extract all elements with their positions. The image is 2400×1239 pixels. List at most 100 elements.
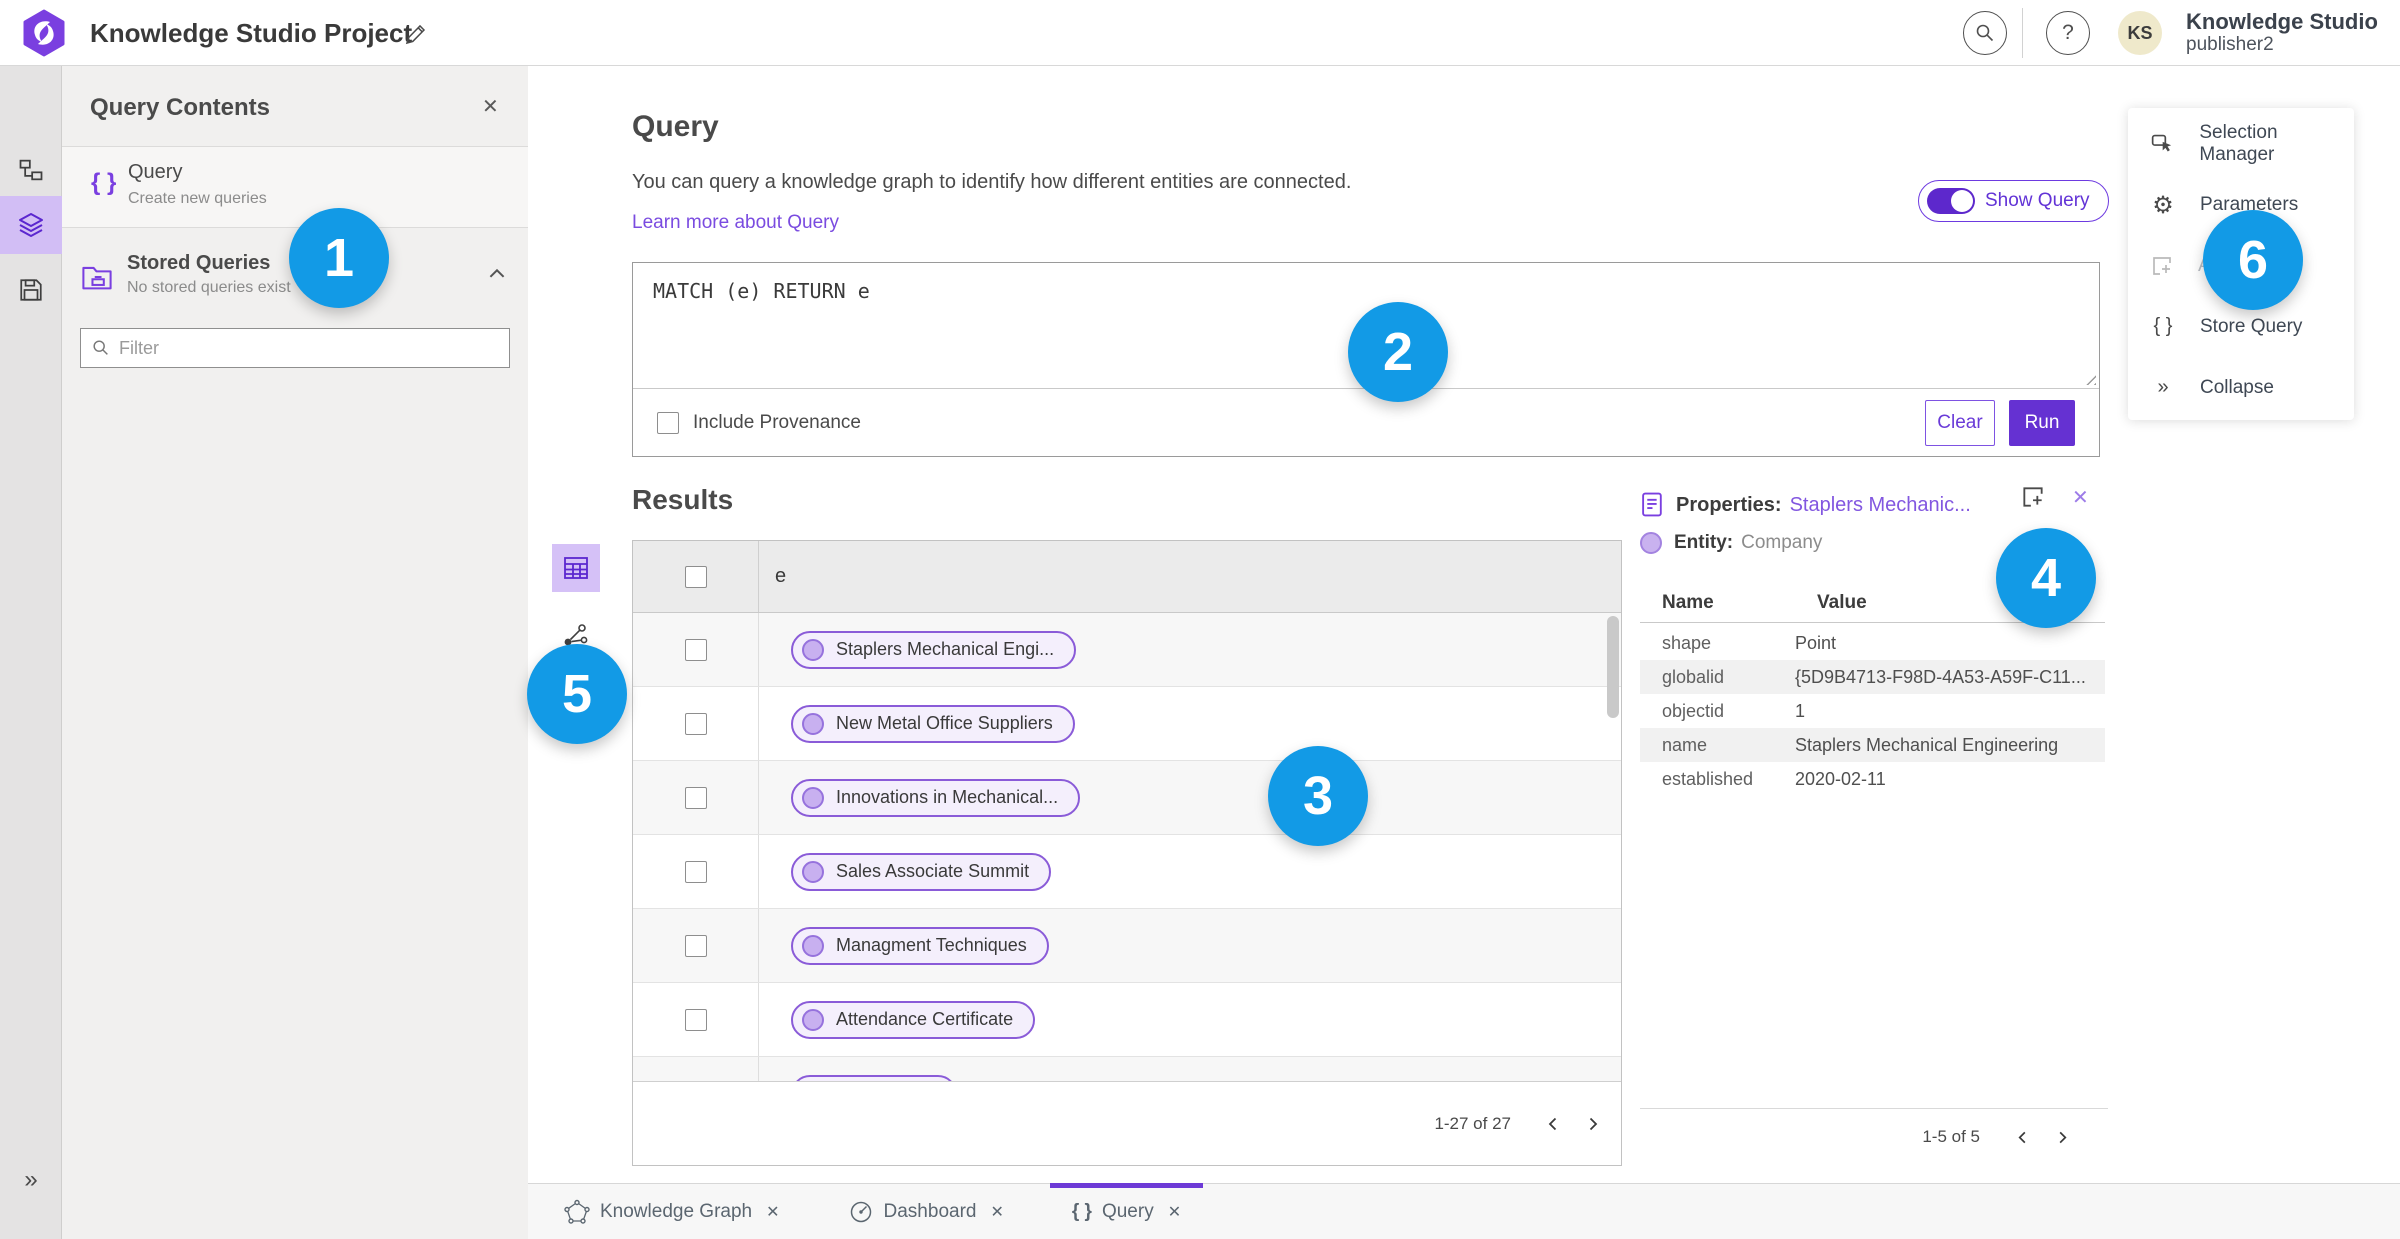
property-value: {5D9B4713-F98D-4A53-A59F-C11... [1795, 666, 2086, 687]
expand-rail-button[interactable]: » [0, 1158, 62, 1202]
query-editor-footer: Include Provenance Clear Run [633, 388, 2099, 456]
clear-button[interactable]: Clear [1925, 399, 1995, 446]
entity-type-dot-icon [1640, 532, 1662, 554]
learn-more-link[interactable]: Learn more about Query [632, 212, 839, 234]
table-row[interactable]: Sales Associate Summit [633, 835, 1621, 909]
select-all-checkbox[interactable] [684, 565, 707, 588]
table-row[interactable]: New Metal Office Suppliers [633, 687, 1621, 761]
layers-button[interactable] [0, 196, 62, 254]
avatar[interactable]: KS [2118, 11, 2162, 55]
table-row[interactable]: Innovations in Mechanical... [633, 761, 1621, 835]
entity-label: Entity: [1674, 532, 1734, 553]
tab-label: Dashboard [883, 1200, 977, 1222]
table-row[interactable]: Firebird Title [633, 1057, 1621, 1081]
entity-pill-label: Staplers Mechanical Engi... [836, 639, 1055, 659]
properties-prev-page-button[interactable] [2002, 1117, 2042, 1157]
row-checkbox[interactable] [684, 712, 707, 735]
properties-next-page-button[interactable] [2042, 1117, 2082, 1157]
app-logo-icon[interactable] [22, 9, 66, 57]
filter-field[interactable] [80, 328, 510, 368]
entity-pill[interactable]: Attendance Certificate [791, 1000, 1036, 1039]
save-button[interactable] [0, 266, 62, 314]
collapse-section-icon[interactable] [486, 264, 508, 287]
tab-close-icon[interactable]: ✕ [766, 1202, 779, 1222]
row-checkbox[interactable] [684, 860, 707, 883]
braces-icon: { } [1071, 1200, 1092, 1222]
panel-close-icon[interactable]: ✕ [482, 94, 499, 119]
row-checkbox[interactable] [684, 934, 707, 957]
include-provenance-checkbox[interactable] [657, 411, 679, 434]
property-name: established [1662, 768, 1754, 789]
entity-pill[interactable]: Staplers Mechanical Engi... [791, 630, 1077, 669]
results-scrollbar[interactable] [1607, 616, 1619, 718]
menu-item-selection-manager[interactable]: Selection Manager [2128, 113, 2354, 174]
tab-label: Query [1101, 1200, 1154, 1222]
toggle-switch[interactable] [1927, 188, 1975, 214]
properties-col-value: Value [1817, 592, 1867, 613]
entity-pill[interactable]: Sales Associate Summit [791, 852, 1052, 891]
stored-queries-label[interactable]: Stored Queries [127, 252, 270, 275]
table-view-button[interactable] [552, 544, 600, 592]
double-chevron-icon: » [2157, 376, 2169, 398]
properties-col-name: Name [1662, 592, 1714, 613]
table-row[interactable]: Attendance Certificate [633, 983, 1621, 1057]
filter-search-icon [93, 340, 108, 355]
save-icon [20, 279, 42, 301]
entity-dot-icon [802, 1008, 824, 1031]
entity-pill[interactable]: Innovations in Mechanical... [791, 778, 1081, 817]
entity-pill[interactable]: Firebird Title [791, 1074, 958, 1081]
results-pagination: 1-27 of 27 [633, 1081, 1621, 1165]
question-icon: ? [2062, 21, 2074, 44]
query-item-label: Query [128, 161, 183, 183]
sidebar-item-query[interactable]: { } Query Create new queries [62, 147, 528, 228]
row-checkbox[interactable] [684, 638, 707, 661]
tab-close-icon[interactable]: ✕ [990, 1202, 1003, 1222]
layers-icon [19, 213, 43, 237]
help-button[interactable]: ? [2046, 11, 2090, 55]
results-table-header: e [633, 541, 1621, 613]
entity-dot-icon [802, 860, 824, 883]
add-to-selection-icon[interactable] [2020, 484, 2046, 515]
column-header-e[interactable]: e [759, 541, 1621, 612]
properties-close-icon[interactable]: ✕ [2072, 485, 2089, 510]
tab-knowledge-graph[interactable]: Knowledge Graph ✕ [542, 1184, 802, 1239]
entity-pill[interactable]: New Metal Office Suppliers [791, 704, 1075, 743]
filter-input[interactable] [119, 337, 499, 359]
property-name: shape [1662, 632, 1712, 653]
chevron-left-icon [2017, 1131, 2025, 1143]
tab-dashboard[interactable]: Dashboard ✕ [826, 1184, 1026, 1239]
annotation-circle-2: 2 [1348, 302, 1448, 402]
property-row: shape Point [1640, 626, 2105, 660]
results-title: Results [632, 484, 734, 515]
chevron-left-icon [1548, 1117, 1557, 1130]
property-value: 1 [1795, 700, 1806, 721]
results-prev-page-button[interactable] [1533, 1104, 1573, 1144]
properties-page-range: 1-5 of 5 [1922, 1127, 1980, 1146]
results-page-range: 1-27 of 27 [1434, 1113, 1511, 1133]
user-block[interactable]: Knowledge Studio publisher2 [2186, 9, 2378, 56]
tab-close-icon[interactable]: ✕ [1168, 1202, 1181, 1222]
properties-entity-link[interactable]: Staplers Mechanic... [1790, 494, 1971, 517]
query-section-title: Query [632, 110, 719, 143]
entity-dot-icon [802, 934, 824, 957]
header-checkbox-cell [633, 541, 759, 612]
entity-pill-label: Managment Techniques [836, 935, 1027, 955]
show-query-toggle[interactable]: Show Query [1918, 180, 2109, 222]
tab-query[interactable]: { } Query ✕ [1049, 1183, 1204, 1239]
run-button[interactable]: Run [2009, 399, 2075, 446]
row-checkbox[interactable] [684, 1008, 707, 1031]
row-checkbox[interactable] [684, 786, 707, 809]
results-next-page-button[interactable] [1573, 1104, 1613, 1144]
table-row[interactable]: Managment Techniques [633, 909, 1621, 983]
edit-title-icon[interactable] [404, 22, 428, 46]
search-button[interactable] [1963, 11, 2007, 55]
entity-pill-label: Sales Associate Summit [836, 861, 1030, 881]
menu-item-collapse[interactable]: » Collapse [2128, 357, 2354, 418]
entity-pill-label: Innovations in Mechanical... [836, 787, 1059, 807]
property-value: Point [1795, 632, 1837, 653]
braces-icon: { } [2153, 315, 2173, 337]
data-model-button[interactable] [0, 146, 62, 194]
table-row[interactable]: Staplers Mechanical Engi... [633, 613, 1621, 687]
header-divider [2022, 8, 2023, 58]
entity-pill[interactable]: Managment Techniques [791, 926, 1049, 965]
